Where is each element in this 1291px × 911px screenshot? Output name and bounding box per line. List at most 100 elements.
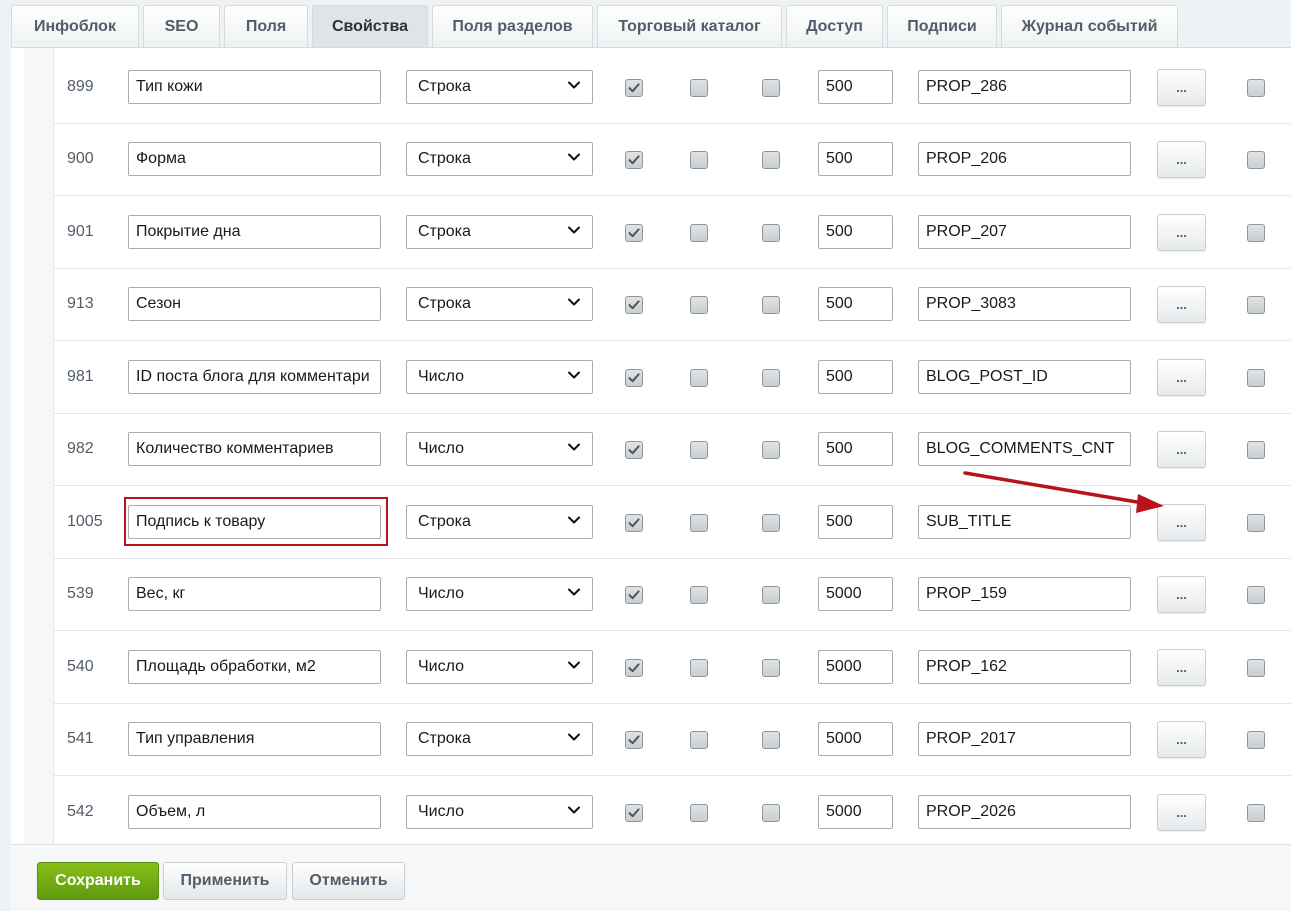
more-settings-button[interactable]: ... <box>1157 649 1206 686</box>
property-type-select[interactable]: Число <box>406 795 593 829</box>
code-input[interactable] <box>918 505 1131 539</box>
tab-seo[interactable]: SEO <box>143 5 220 48</box>
more-settings-button[interactable]: ... <box>1157 141 1206 178</box>
sort-input[interactable] <box>818 432 893 466</box>
property-type-select[interactable]: Строка <box>406 722 593 756</box>
property-name-input[interactable] <box>128 505 381 539</box>
required-checkbox[interactable] <box>762 224 780 242</box>
delete-checkbox[interactable] <box>1247 441 1265 459</box>
more-settings-button[interactable]: ... <box>1157 721 1206 758</box>
more-settings-button[interactable]: ... <box>1157 214 1206 251</box>
code-input[interactable] <box>918 577 1131 611</box>
more-settings-button[interactable]: ... <box>1157 576 1206 613</box>
more-settings-button[interactable]: ... <box>1157 69 1206 106</box>
multiple-checkbox[interactable] <box>690 804 708 822</box>
sort-input[interactable] <box>818 795 893 829</box>
property-name-input[interactable] <box>128 432 381 466</box>
property-type-select[interactable]: Строка <box>406 215 593 249</box>
delete-checkbox[interactable] <box>1247 224 1265 242</box>
property-type-select[interactable]: Число <box>406 650 593 684</box>
multiple-checkbox[interactable] <box>690 731 708 749</box>
required-checkbox[interactable] <box>762 151 780 169</box>
tab-trade-catalog[interactable]: Торговый каталог <box>597 5 782 48</box>
multiple-checkbox[interactable] <box>690 514 708 532</box>
property-name-input[interactable] <box>128 70 381 104</box>
code-input[interactable] <box>918 142 1131 176</box>
delete-checkbox[interactable] <box>1247 296 1265 314</box>
required-checkbox[interactable] <box>762 514 780 532</box>
property-type-select[interactable]: Строка <box>406 70 593 104</box>
more-settings-button[interactable]: ... <box>1157 431 1206 468</box>
delete-checkbox[interactable] <box>1247 514 1265 532</box>
sort-input[interactable] <box>818 650 893 684</box>
property-name-input[interactable] <box>128 722 381 756</box>
tab-infoblock[interactable]: Инфоблок <box>11 5 139 48</box>
sort-input[interactable] <box>818 577 893 611</box>
active-checkbox[interactable] <box>625 804 643 822</box>
code-input[interactable] <box>918 360 1131 394</box>
multiple-checkbox[interactable] <box>690 79 708 97</box>
code-input[interactable] <box>918 215 1131 249</box>
active-checkbox[interactable] <box>625 296 643 314</box>
save-button[interactable]: Сохранить <box>37 862 159 900</box>
code-input[interactable] <box>918 650 1131 684</box>
multiple-checkbox[interactable] <box>690 586 708 604</box>
multiple-checkbox[interactable] <box>690 441 708 459</box>
active-checkbox[interactable] <box>625 151 643 169</box>
apply-button[interactable]: Применить <box>163 862 287 900</box>
code-input[interactable] <box>918 722 1131 756</box>
required-checkbox[interactable] <box>762 804 780 822</box>
multiple-checkbox[interactable] <box>690 296 708 314</box>
more-settings-button[interactable]: ... <box>1157 359 1206 396</box>
code-input[interactable] <box>918 795 1131 829</box>
property-name-input[interactable] <box>128 215 381 249</box>
property-type-select[interactable]: Строка <box>406 287 593 321</box>
sort-input[interactable] <box>818 722 893 756</box>
property-type-select[interactable]: Число <box>406 360 593 394</box>
property-type-select[interactable]: Число <box>406 432 593 466</box>
tab-event-log[interactable]: Журнал событий <box>1001 5 1178 48</box>
sort-input[interactable] <box>818 142 893 176</box>
required-checkbox[interactable] <box>762 659 780 677</box>
required-checkbox[interactable] <box>762 79 780 97</box>
sort-input[interactable] <box>818 505 893 539</box>
delete-checkbox[interactable] <box>1247 369 1265 387</box>
active-checkbox[interactable] <box>625 79 643 97</box>
more-settings-button[interactable]: ... <box>1157 504 1206 541</box>
property-type-select[interactable]: Строка <box>406 142 593 176</box>
required-checkbox[interactable] <box>762 586 780 604</box>
active-checkbox[interactable] <box>625 224 643 242</box>
required-checkbox[interactable] <box>762 731 780 749</box>
property-name-input[interactable] <box>128 360 381 394</box>
tab-access[interactable]: Доступ <box>786 5 883 48</box>
delete-checkbox[interactable] <box>1247 79 1265 97</box>
code-input[interactable] <box>918 432 1131 466</box>
required-checkbox[interactable] <box>762 369 780 387</box>
more-settings-button[interactable]: ... <box>1157 794 1206 831</box>
property-name-input[interactable] <box>128 577 381 611</box>
multiple-checkbox[interactable] <box>690 369 708 387</box>
multiple-checkbox[interactable] <box>690 224 708 242</box>
code-input[interactable] <box>918 70 1131 104</box>
active-checkbox[interactable] <box>625 441 643 459</box>
tab-fields[interactable]: Поля <box>224 5 308 48</box>
property-type-select[interactable]: Число <box>406 577 593 611</box>
delete-checkbox[interactable] <box>1247 804 1265 822</box>
active-checkbox[interactable] <box>625 586 643 604</box>
property-name-input[interactable] <box>128 650 381 684</box>
delete-checkbox[interactable] <box>1247 151 1265 169</box>
delete-checkbox[interactable] <box>1247 586 1265 604</box>
property-name-input[interactable] <box>128 795 381 829</box>
code-input[interactable] <box>918 287 1131 321</box>
tab-section-fields[interactable]: Поля разделов <box>432 5 593 48</box>
property-name-input[interactable] <box>128 142 381 176</box>
multiple-checkbox[interactable] <box>690 151 708 169</box>
active-checkbox[interactable] <box>625 369 643 387</box>
delete-checkbox[interactable] <box>1247 659 1265 677</box>
multiple-checkbox[interactable] <box>690 659 708 677</box>
sort-input[interactable] <box>818 287 893 321</box>
cancel-button[interactable]: Отменить <box>292 862 405 900</box>
active-checkbox[interactable] <box>625 514 643 532</box>
sort-input[interactable] <box>818 215 893 249</box>
active-checkbox[interactable] <box>625 659 643 677</box>
